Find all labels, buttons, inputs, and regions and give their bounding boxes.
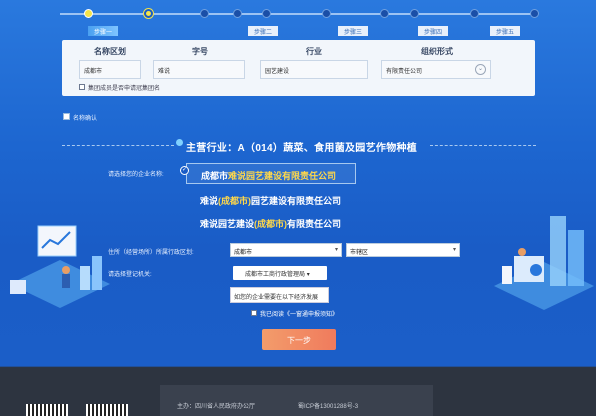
step-dot bbox=[530, 9, 539, 18]
company-option-3[interactable]: 难说园艺建设(成都市)有限责任公司 bbox=[200, 217, 341, 230]
company-option-2[interactable]: 难说(成都市)园艺建设有限责任公司 bbox=[200, 194, 341, 207]
qr-code-icon bbox=[26, 404, 68, 416]
step-dot bbox=[262, 9, 271, 18]
step-dot bbox=[410, 9, 419, 18]
step-2-dot bbox=[144, 9, 153, 18]
company-select-label: 请选择您的企业名称: bbox=[108, 172, 164, 178]
company-option-1[interactable]: 成都市难说园艺建设有限责任公司 bbox=[186, 163, 356, 184]
divider-left bbox=[62, 145, 174, 146]
step-dot bbox=[470, 9, 479, 18]
step-dot bbox=[233, 9, 242, 18]
step-label-2: 步骤二 bbox=[248, 26, 279, 36]
brand-field[interactable]: 难说 bbox=[153, 60, 245, 79]
chevron-down-icon: ▾ bbox=[452, 247, 456, 253]
company-option-3-part: 难说园艺建设 bbox=[200, 219, 255, 229]
step-dot bbox=[322, 9, 331, 18]
header-industry: 行业 bbox=[306, 47, 322, 56]
district-value: 市辖区 bbox=[350, 250, 369, 256]
agree-checkbox[interactable] bbox=[251, 310, 257, 316]
registration-hint: 如您的企业需要在以下经济发展 bbox=[230, 287, 329, 303]
chevron-down-icon: ▾ bbox=[306, 272, 310, 278]
company-option-1-prefix: 成都市 bbox=[201, 171, 229, 181]
location-label: 住所（经营场所）所属行政区划: bbox=[108, 250, 194, 256]
company-option-3-highlight: (成都市) bbox=[254, 219, 288, 229]
step-dot bbox=[200, 9, 209, 18]
name-confirm-icon bbox=[63, 113, 70, 120]
step-label-3: 步骤三 bbox=[338, 26, 369, 36]
industry-field[interactable]: 园艺建设 bbox=[260, 60, 368, 79]
header-brand: 字号 bbox=[192, 47, 208, 56]
company-option-2-part: 园艺建设有限责任公司 bbox=[251, 196, 342, 206]
city-select[interactable]: 成都市 ▾ bbox=[230, 243, 342, 257]
member-checkbox[interactable] bbox=[79, 84, 85, 90]
footer-icp: 蜀ICP备13001288号-3 bbox=[298, 404, 359, 410]
agree-label[interactable]: 我已阅读《一窗通申报须知》 bbox=[260, 309, 338, 318]
district-select[interactable]: 市辖区 ▾ bbox=[346, 243, 460, 257]
step-progress-track bbox=[60, 13, 538, 15]
step-1-dot bbox=[84, 9, 93, 18]
company-option-1-highlight: 难说园艺建设有限责任公司 bbox=[228, 171, 337, 181]
industry-title: 主营行业：A（014）蔬菜、食用菌及园艺作物种植 bbox=[186, 143, 418, 154]
chevron-down-icon: ⌄ bbox=[475, 64, 486, 75]
city-value: 成都市 bbox=[234, 250, 253, 256]
org-form-select[interactable]: 有限责任公司 ⌄ bbox=[381, 60, 491, 79]
header-region: 名称区划 bbox=[94, 47, 126, 56]
footer-host: 主办：四川省人民政府办公厅 bbox=[177, 404, 256, 410]
registration-authority-value: 成都市工商行政管理局 bbox=[245, 272, 306, 278]
member-label: 集团成员是否申请冠集团名 bbox=[88, 86, 161, 92]
header-org-form: 组织形式 bbox=[421, 47, 453, 56]
step-label-1: 步骤一 bbox=[88, 26, 119, 36]
qr-code-icon bbox=[86, 404, 128, 416]
step-dot bbox=[380, 9, 389, 18]
industry-bullet-icon bbox=[176, 139, 183, 146]
next-button[interactable]: 下一步 bbox=[262, 329, 336, 350]
company-option-3-part: 有限责任公司 bbox=[287, 219, 342, 229]
step-label-4: 步骤四 bbox=[418, 26, 449, 36]
company-option-2-highlight: (成都市) bbox=[218, 196, 252, 206]
region-field[interactable]: 成都市 bbox=[79, 60, 141, 79]
registration-authority-select[interactable]: 成都市工商行政管理局 ▾ bbox=[233, 266, 327, 280]
right-illustration bbox=[494, 216, 594, 310]
left-illustration bbox=[10, 225, 110, 308]
chevron-down-icon: ▾ bbox=[334, 247, 338, 253]
name-confirm-label: 名称确认 bbox=[73, 116, 98, 122]
org-form-value: 有限责任公司 bbox=[386, 69, 423, 75]
step-label-5: 步骤五 bbox=[490, 26, 521, 36]
divider-right bbox=[430, 145, 536, 146]
company-option-2-part: 难说 bbox=[200, 196, 219, 206]
check-circle-icon: ✓ bbox=[180, 166, 189, 175]
